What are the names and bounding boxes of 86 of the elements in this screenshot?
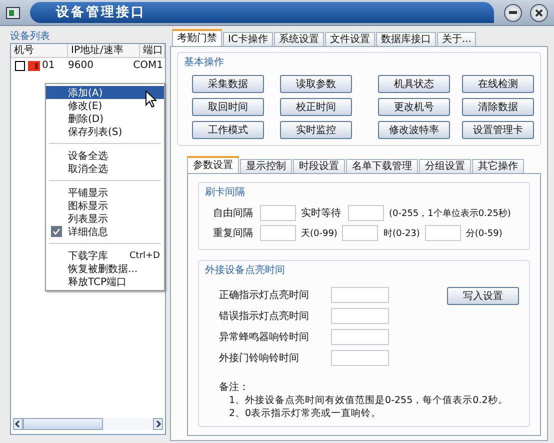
table-cell-text: 9600 <box>68 59 94 73</box>
app-icon <box>6 6 20 18</box>
table-cell-text: COM1 <box>132 59 164 73</box>
field-label: 重复间隔 <box>213 226 253 240</box>
mouse-cursor-icon <box>145 90 157 108</box>
input-field[interactable] <box>342 225 378 241</box>
field-label: 错误指示灯点亮时间 <box>219 310 310 323</box>
tab[interactable]: 名单下载管理 <box>346 159 418 173</box>
checkmark-icon <box>50 226 62 237</box>
column-header[interactable]: IP地址/速率 <box>68 44 140 57</box>
tab[interactable]: 关于... <box>436 32 476 46</box>
field-label: 正确指示灯点亮时间 <box>219 288 310 302</box>
range-hint: 时(0-23) <box>383 228 420 240</box>
menu-item[interactable]: 添加(A) <box>46 86 164 99</box>
horizontal-scrollbar[interactable] <box>13 418 163 430</box>
menu-item[interactable]: 释放TCP端口 <box>46 275 164 288</box>
device-icon <box>28 61 40 71</box>
menu-item[interactable]: 删除(D) <box>46 112 164 125</box>
tab[interactable]: 分组设置 <box>419 159 471 173</box>
input-field[interactable] <box>331 287 389 303</box>
tab[interactable]: 文件设置 <box>324 32 375 46</box>
range-hint: 分(0-59) <box>466 228 502 240</box>
write-settings-button[interactable]: 写入设置 <box>447 287 519 305</box>
input-field[interactable] <box>348 205 384 221</box>
menu-item[interactable]: 平铺显示 <box>46 186 164 199</box>
group-title: 基本操作 <box>184 56 225 69</box>
menu-item[interactable]: 取消全选 <box>46 162 164 175</box>
action-button[interactable]: 清除数据 <box>462 98 534 116</box>
menu-item[interactable]: 保存列表(S) <box>46 125 164 138</box>
menu-item[interactable]: 设备全选 <box>46 149 164 162</box>
menu-item[interactable]: 下载字库 Ctrl+D <box>46 249 164 262</box>
minimize-button[interactable] <box>504 4 522 22</box>
menu-item[interactable]: 修改(E) <box>46 99 164 112</box>
group-title: 外接设备点亮时间 <box>205 264 286 277</box>
action-button[interactable]: 在线检测 <box>462 75 534 93</box>
column-header[interactable]: 端口 <box>140 44 165 57</box>
input-field[interactable] <box>260 225 296 241</box>
scroll-right-icon <box>153 418 163 430</box>
window-title: 设备管理接口 <box>30 2 494 23</box>
scrollbar-thumb[interactable] <box>23 418 103 430</box>
field-label: 外接门铃响铃时间 <box>219 352 300 365</box>
action-button[interactable]: 取回时间 <box>192 98 264 116</box>
tab[interactable]: 其它操作 <box>472 159 524 173</box>
action-button[interactable]: 读取参数 <box>280 75 352 93</box>
tab[interactable]: 考勤门禁 <box>172 29 222 46</box>
tab[interactable]: 参数设置 <box>187 156 239 173</box>
input-field[interactable] <box>331 350 389 366</box>
tab[interactable]: IC卡操作 <box>223 32 273 46</box>
table-cell-text: 01 <box>42 59 56 73</box>
tab[interactable]: 时段设置 <box>293 159 345 173</box>
action-button[interactable]: 实时监控 <box>280 121 352 139</box>
input-field[interactable] <box>331 308 389 324</box>
column-header[interactable]: 机号 <box>11 44 68 57</box>
tab[interactable]: 显示控制 <box>240 159 292 173</box>
field-label: 自由间隔 <box>213 206 253 220</box>
close-icon <box>535 8 543 16</box>
tab[interactable]: 数据库接口 <box>376 32 436 46</box>
close-button[interactable] <box>530 4 548 22</box>
panel-title: 设备列表 <box>10 31 51 43</box>
note-text: 2、0表示指示灯常亮或一直响铃。 <box>229 407 382 420</box>
menu-item[interactable]: 恢复被删数据... <box>46 262 164 275</box>
note-title: 备注： <box>219 380 250 394</box>
menu-item[interactable]: 列表显示 <box>46 212 164 225</box>
group-title: 刷卡间隔 <box>205 186 246 199</box>
range-hint: (0-255，1个单位表示0.25秒) <box>389 208 511 220</box>
shortcut-label: Ctrl+D <box>130 250 160 260</box>
range-hint: 天(0-99) <box>301 228 338 240</box>
minimize-icon <box>509 11 517 14</box>
field-label: 异常蜂鸣器响铃时间 <box>219 330 310 344</box>
tab[interactable]: 系统设置 <box>274 32 324 46</box>
action-button[interactable]: 工作模式 <box>192 121 264 139</box>
field-label: 实时等待 <box>301 206 341 220</box>
action-button[interactable]: 设置管理卡 <box>462 121 534 139</box>
action-button[interactable]: 修改波特率 <box>378 121 450 139</box>
menu-item[interactable]: 图标显示 <box>46 199 164 212</box>
menu-item[interactable]: 详细信息 <box>46 225 164 238</box>
note-text: 1、外接设备点亮时间有效值范围是0-255，每个值表示0.2秒。 <box>229 394 509 407</box>
input-field[interactable] <box>260 205 296 221</box>
action-button[interactable]: 更改机号 <box>378 98 450 116</box>
input-field[interactable] <box>331 329 389 345</box>
action-button[interactable]: 机具状态 <box>378 75 450 93</box>
action-button[interactable]: 校正时间 <box>280 98 352 116</box>
scroll-left-icon <box>13 418 23 430</box>
checkbox[interactable] <box>15 61 25 71</box>
action-button[interactable]: 采集数据 <box>192 75 264 93</box>
input-field[interactable] <box>424 225 461 241</box>
